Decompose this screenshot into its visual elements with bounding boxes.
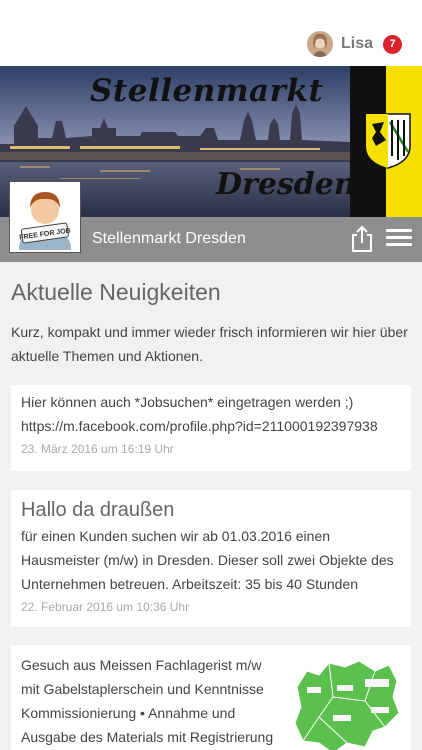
post-text: für einen Kunden suchen wir ab 01.03.201… xyxy=(21,528,394,592)
user-avatar[interactable] xyxy=(306,31,333,57)
hamburger-menu-icon xyxy=(386,229,412,232)
share-icon xyxy=(352,225,372,252)
top-bar: Lisa 7 xyxy=(0,0,422,66)
user-menu[interactable]: Lisa 7 xyxy=(306,30,402,58)
post-link[interactable]: https://m.facebook.com/profile.php?id=21… xyxy=(21,414,401,438)
banner-title-line2: Dresden xyxy=(216,167,356,202)
banner-title-line1: Stellenmarkt xyxy=(90,73,324,109)
post-title: Hallo da draußen xyxy=(21,499,175,521)
share-button[interactable] xyxy=(350,225,374,253)
saxony-coat-of-arms-icon xyxy=(365,113,411,169)
section-description: Kurz, kompakt und immer wieder frisch in… xyxy=(11,324,408,364)
post-text: Hier können auch *Jobsuchen* eingetragen… xyxy=(21,394,354,410)
news-post[interactable]: Hier können auch *Jobsuchen* eingetragen… xyxy=(11,385,411,471)
post-date: 23. März 2016 um 16:19 Uhr xyxy=(21,442,174,456)
post-map-image[interactable] xyxy=(289,657,401,750)
section-title: Aktuelle Neuigkeiten xyxy=(11,279,221,305)
username[interactable]: Lisa xyxy=(341,35,373,53)
post-text: Gesuch aus Meissen Fachlagerist m/w mit … xyxy=(21,657,274,745)
news-post[interactable]: Hallo da draußen für einen Kunden suchen… xyxy=(11,490,411,627)
notification-badge[interactable]: 7 xyxy=(383,34,402,54)
news-post[interactable]: Gesuch aus Meissen Fachlagerist m/w mit … xyxy=(11,645,411,750)
post-date: 22. Februar 2016 um 10:36 Uhr xyxy=(21,600,190,614)
hamburger-menu-button[interactable] xyxy=(386,229,412,249)
page-profile-picture[interactable]: FREE FOR JOB xyxy=(10,182,80,252)
page-title: Stellenmarkt Dresden xyxy=(92,230,246,247)
